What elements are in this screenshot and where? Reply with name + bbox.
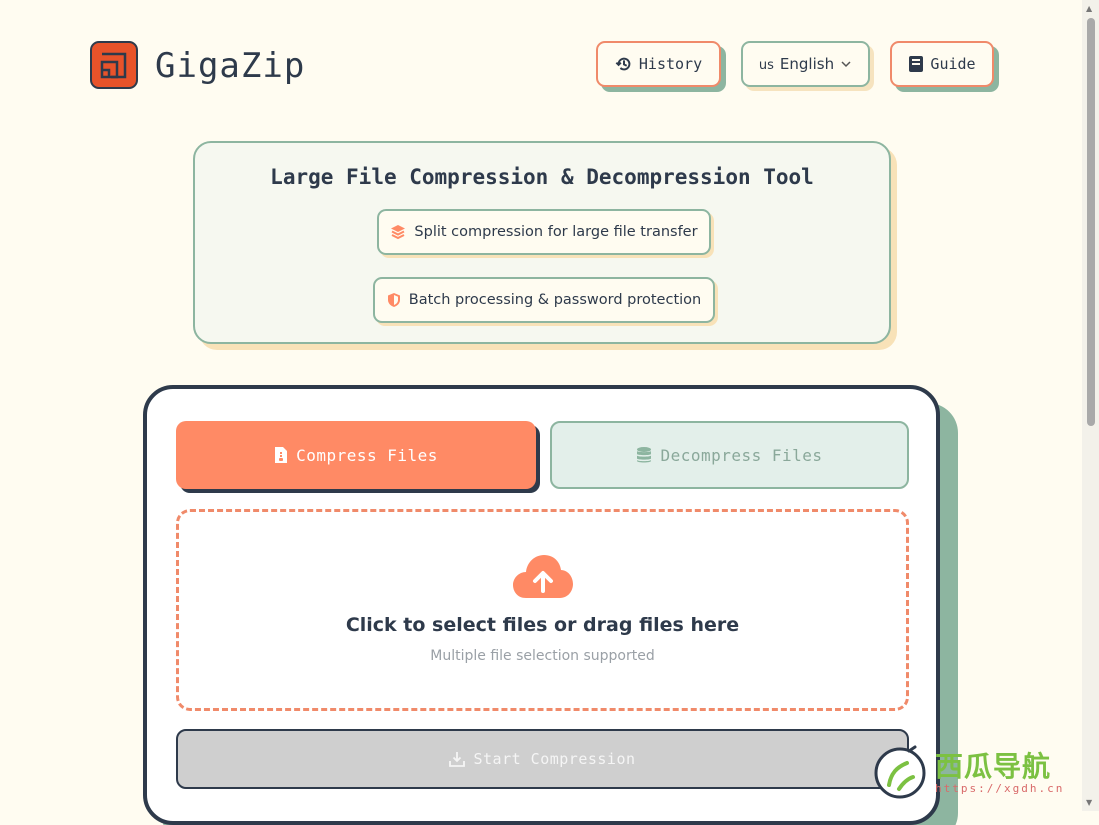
- scrollbar[interactable]: ▲ ▼: [1082, 0, 1099, 811]
- file-zip-icon: [275, 447, 288, 463]
- tab-compress-label: Compress Files: [296, 445, 438, 465]
- watermark: 西瓜导航 https://xgdh.cn: [873, 745, 1073, 805]
- hero-panel: Large File Compression & Decompression T…: [193, 141, 891, 344]
- hero-title: Large File Compression & Decompression T…: [270, 165, 814, 189]
- book-icon: [909, 56, 924, 72]
- main-card: Compress Files Decompress Files Click to…: [143, 385, 940, 825]
- tab-decompress[interactable]: Decompress Files: [550, 421, 909, 489]
- brand-name[interactable]: GigaZip: [155, 42, 305, 90]
- cloud-upload-icon: [513, 555, 573, 598]
- dropzone-subtitle: Multiple file selection supported: [430, 648, 655, 664]
- watermark-url: https://xgdh.cn: [935, 782, 1065, 795]
- chevron-down-icon: [841, 61, 851, 68]
- scroll-up-arrow-icon[interactable]: ▲: [1086, 4, 1092, 13]
- feature-batch-processing: Batch processing & password protection: [373, 277, 715, 323]
- guide-button[interactable]: Guide: [890, 41, 994, 87]
- flag-icon: us: [758, 57, 774, 73]
- language-label: English: [779, 55, 835, 73]
- language-select[interactable]: us English: [741, 41, 870, 87]
- tab-compress[interactable]: Compress Files: [176, 421, 536, 489]
- guide-label: Guide: [930, 55, 976, 73]
- history-button[interactable]: History: [596, 41, 721, 87]
- history-label: History: [638, 55, 703, 73]
- start-label: Start Compression: [473, 750, 636, 768]
- download-icon: [449, 752, 466, 767]
- watermark-title: 西瓜导航: [935, 750, 1052, 783]
- feature-split-compression: Split compression for large file transfe…: [377, 209, 711, 255]
- feature-label: Batch processing & password protection: [408, 292, 702, 308]
- shield-icon: [387, 293, 400, 307]
- file-dropzone[interactable]: Click to select files or drag files here…: [176, 509, 909, 711]
- tab-decompress-label: Decompress Files: [660, 445, 823, 465]
- scrollbar-thumb[interactable]: [1087, 18, 1095, 426]
- dropzone-title: Click to select files or drag files here: [345, 614, 740, 636]
- logo[interactable]: [90, 41, 138, 89]
- watermark-logo-icon: [874, 745, 926, 799]
- layers-icon: [391, 225, 406, 240]
- start-compression-button[interactable]: Start Compression: [176, 729, 909, 789]
- feature-label: Split compression for large file transfe…: [414, 224, 698, 240]
- scroll-down-arrow-icon[interactable]: ▼: [1086, 798, 1092, 807]
- logo-icon: [100, 52, 127, 79]
- database-icon: [637, 447, 652, 463]
- history-icon: [615, 57, 631, 71]
